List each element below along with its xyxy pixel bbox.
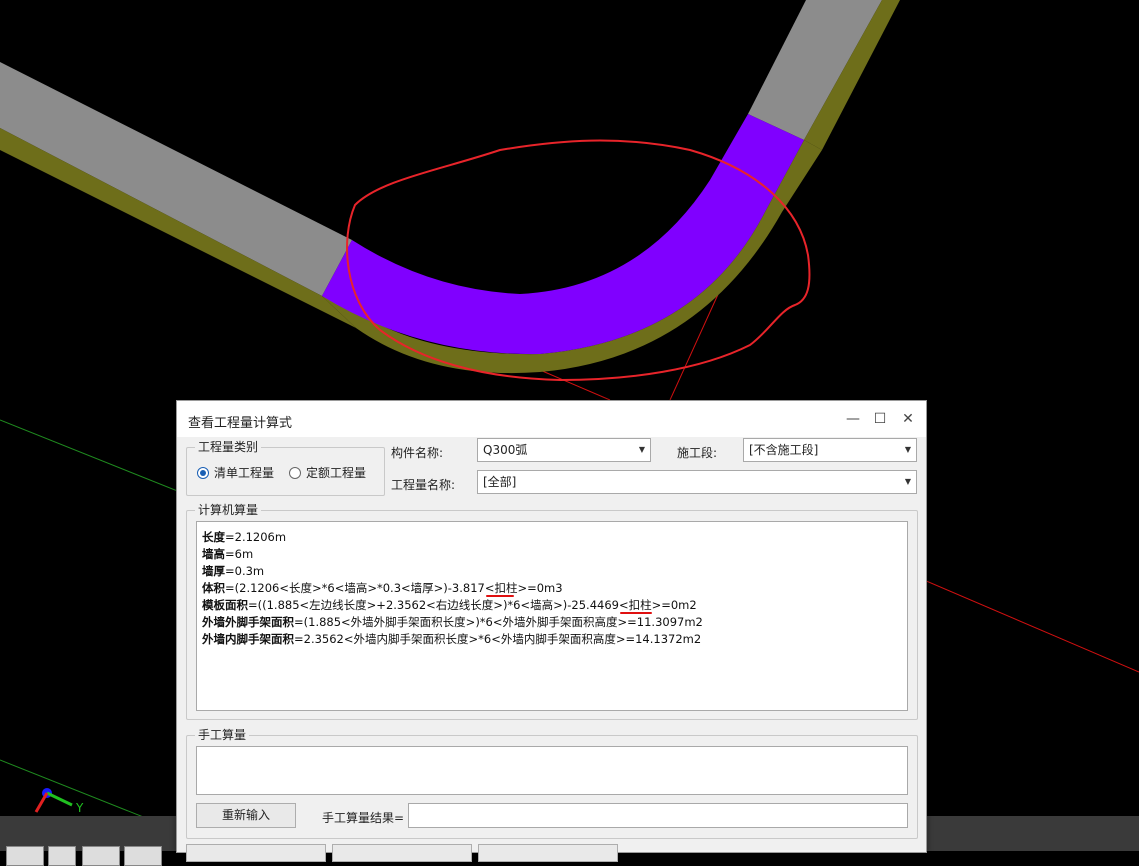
calc-line-wall-thickness: 墙厚=0.3m <box>202 564 265 578</box>
toolbar-button-1[interactable] <box>6 846 44 866</box>
calc-line-formwork-area: 模板面积=((1.885<左边线长度>+2.3562<右边线长度>)*6<墙高>… <box>202 598 697 612</box>
calc-line-wall-height: 墙高=6m <box>202 547 254 561</box>
markup-underline-volume <box>486 595 514 597</box>
radio-quota-quantity-label: 定额工程量 <box>306 466 367 480</box>
manual-calc-group: 手工算量 重新输入 手工算量结果= <box>186 728 918 839</box>
component-name-value: Q300弧 <box>483 443 528 457</box>
computer-calc-textarea[interactable]: 长度=2.1206m 墙高=6m 墙厚=0.3m 体积=(2.1206<长度>*… <box>196 521 908 711</box>
reenter-button[interactable]: 重新输入 <box>196 803 296 828</box>
component-name-label: 构件名称: <box>391 446 444 460</box>
manual-result-label: 手工算量结果= <box>322 811 405 825</box>
calc-line-volume: 体积=(2.1206<长度>*6<墙高>*0.3<墙厚>)-3.817<扣柱>=… <box>202 581 563 595</box>
manual-result-input[interactable] <box>408 803 908 828</box>
radio-quota-quantity[interactable]: 定额工程量 <box>289 464 366 481</box>
computer-calc-group: 计算机算量 长度=2.1206m 墙高=6m 墙厚=0.3m 体积=(2.120… <box>186 503 918 720</box>
construction-section-value: [不含施工段] <box>749 443 819 457</box>
computer-calc-label: 计算机算量 <box>195 503 262 517</box>
radio-selected-icon <box>197 466 209 479</box>
close-icon[interactable]: ✕ <box>897 409 919 429</box>
maximize-icon[interactable]: ☐ <box>869 409 891 429</box>
construction-section-select[interactable]: [不含施工段] ▼ <box>743 438 917 462</box>
quantity-name-value: [全部] <box>483 475 517 489</box>
calc-formula-dialog: 查看工程量计算式 — ☐ ✕ 工程量类别 清单工程量 定额工程量 构件名称: Q… <box>176 400 927 862</box>
chevron-down-icon: ▼ <box>638 445 645 454</box>
calc-line-inner-scaffold: 外墙内脚手架面积=2.3562<外墙内脚手架面积长度>*6<外墙内脚手架面积高度… <box>202 632 702 646</box>
manual-calc-textarea[interactable] <box>196 746 908 795</box>
construction-section-label: 施工段: <box>677 446 718 460</box>
chevron-down-icon: ▼ <box>904 445 911 454</box>
calc-line-length: 长度=2.1206m <box>202 530 287 544</box>
dialog-bottom-button-1[interactable] <box>186 844 326 862</box>
chevron-down-icon: ▼ <box>904 477 911 486</box>
toolbar-button-2[interactable] <box>48 846 76 866</box>
quantity-name-select[interactable]: [全部] ▼ <box>477 470 917 494</box>
radio-bill-quantity-label: 清单工程量 <box>214 466 275 480</box>
dialog-titlebar[interactable]: 查看工程量计算式 — ☐ ✕ <box>177 401 926 437</box>
category-group-label: 工程量类别 <box>195 440 262 454</box>
toolbar-button-3[interactable] <box>82 846 120 866</box>
dialog-title: 查看工程量计算式 <box>188 416 293 431</box>
toolbar-button-4[interactable] <box>124 846 162 866</box>
axis-y-label: Y <box>75 801 84 815</box>
radio-unselected-icon <box>289 466 301 479</box>
dialog-bottom-button-3[interactable] <box>478 844 618 862</box>
manual-calc-label: 手工算量 <box>195 728 250 742</box>
calc-line-outer-scaffold: 外墙外脚手架面积=(1.885<外墙外脚手架面积长度>)*6<外墙外脚手架面积高… <box>202 615 703 629</box>
dialog-bottom-button-2[interactable] <box>332 844 472 862</box>
category-group: 工程量类别 清单工程量 定额工程量 <box>186 440 385 496</box>
minimize-icon[interactable]: — <box>842 409 864 429</box>
quantity-name-label: 工程量名称: <box>391 478 456 492</box>
markup-underline-formwork <box>620 612 652 614</box>
component-name-select[interactable]: Q300弧 ▼ <box>477 438 651 462</box>
radio-bill-quantity[interactable]: 清单工程量 <box>197 464 274 481</box>
